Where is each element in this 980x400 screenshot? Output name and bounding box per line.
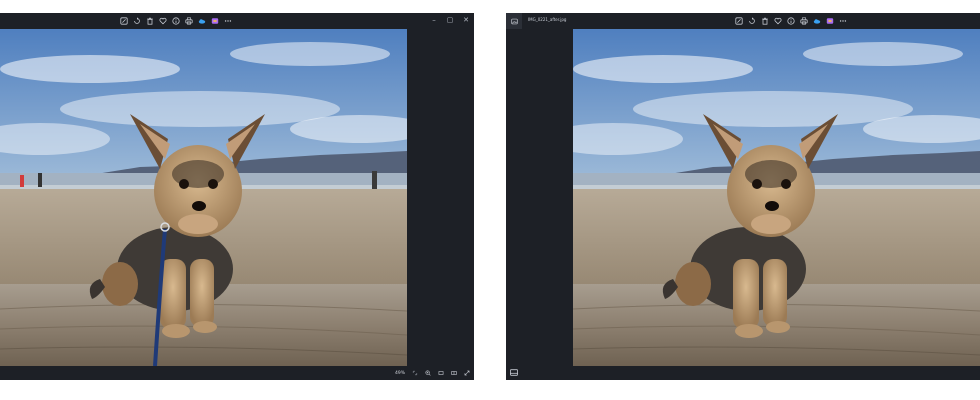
rotate-icon[interactable]: [132, 17, 141, 26]
view-icon[interactable]: [437, 370, 444, 377]
maximize-button[interactable]: ▢: [446, 15, 454, 25]
file-name: IMG_0221_after.jpg: [528, 17, 567, 22]
zoom-level[interactable]: 49%: [395, 371, 405, 376]
photos-app-icon: [506, 13, 522, 29]
photo-viewer[interactable]: [573, 29, 980, 366]
edit-icon[interactable]: [119, 17, 128, 26]
compare-icon[interactable]: [450, 370, 457, 377]
favorite-icon[interactable]: [773, 17, 782, 26]
top-toolbar: [119, 15, 232, 27]
delete-icon[interactable]: [760, 17, 769, 26]
title-bar: – ▢ ✕: [0, 13, 474, 29]
photo-dog-on-beach-edited: [573, 29, 980, 366]
onedrive-icon[interactable]: [197, 17, 206, 26]
filmstrip-icon[interactable]: [510, 369, 518, 376]
fullscreen-icon[interactable]: [463, 370, 470, 377]
fit-icon[interactable]: [411, 370, 418, 377]
clipchamp-icon[interactable]: [210, 17, 219, 26]
delete-icon[interactable]: [145, 17, 154, 26]
status-bar: 49%: [0, 366, 474, 380]
minimize-button[interactable]: –: [430, 15, 438, 25]
print-icon[interactable]: [184, 17, 193, 26]
photos-window-left: – ▢ ✕ 49%: [0, 13, 474, 380]
side-pane: [407, 29, 474, 366]
favorite-icon[interactable]: [158, 17, 167, 26]
photo-dog-on-beach: [0, 29, 407, 366]
info-icon[interactable]: [786, 17, 795, 26]
photos-window-right: IMG_0221_after.jpg: [506, 13, 980, 380]
top-toolbar: [734, 15, 847, 27]
edit-icon[interactable]: [734, 17, 743, 26]
onedrive-icon[interactable]: [812, 17, 821, 26]
close-button[interactable]: ✕: [462, 15, 470, 25]
more-icon[interactable]: [223, 17, 232, 26]
clipchamp-icon[interactable]: [825, 17, 834, 26]
rotate-icon[interactable]: [747, 17, 756, 26]
zoom-controls: 49%: [395, 368, 470, 378]
title-bar: IMG_0221_after.jpg: [506, 13, 980, 29]
zoom-in-icon[interactable]: [424, 370, 431, 377]
status-bar: [506, 366, 980, 380]
info-icon[interactable]: [171, 17, 180, 26]
window-controls: – ▢ ✕: [430, 14, 470, 26]
side-pane: [506, 29, 573, 366]
more-icon[interactable]: [838, 17, 847, 26]
print-icon[interactable]: [799, 17, 808, 26]
photo-viewer[interactable]: [0, 29, 407, 366]
